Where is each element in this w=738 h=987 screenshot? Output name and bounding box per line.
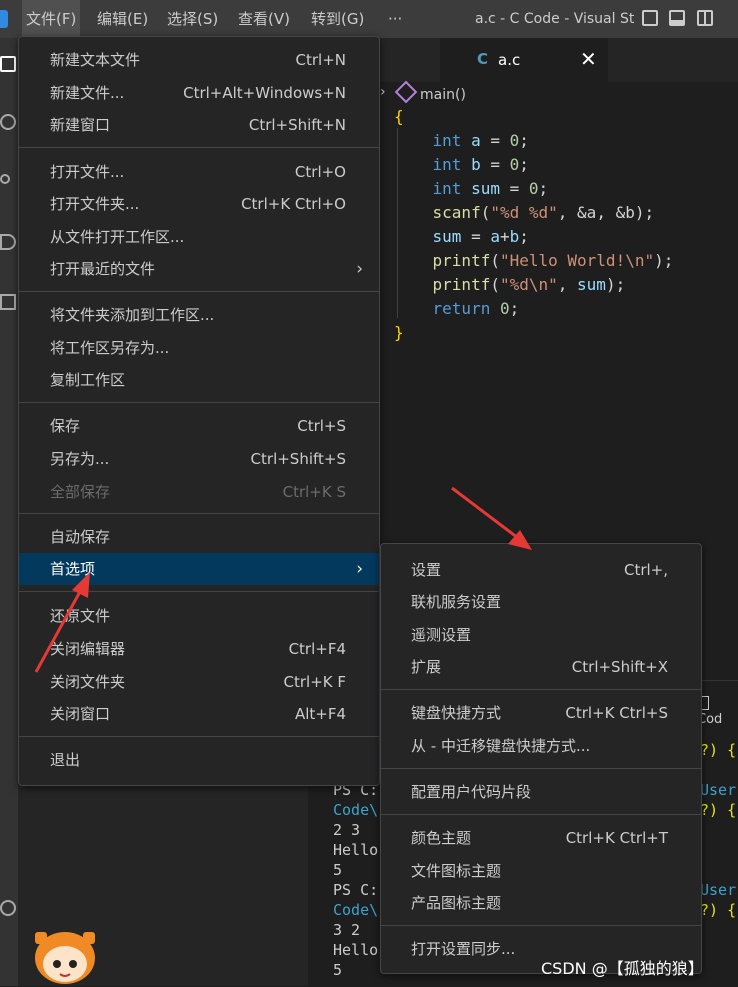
annotation-arrows (34, 486, 532, 673)
annotation-arrow (451, 486, 532, 550)
annotation-arrow (34, 572, 90, 673)
watermark: CSDN @【孤独的狼】 (541, 959, 704, 978)
